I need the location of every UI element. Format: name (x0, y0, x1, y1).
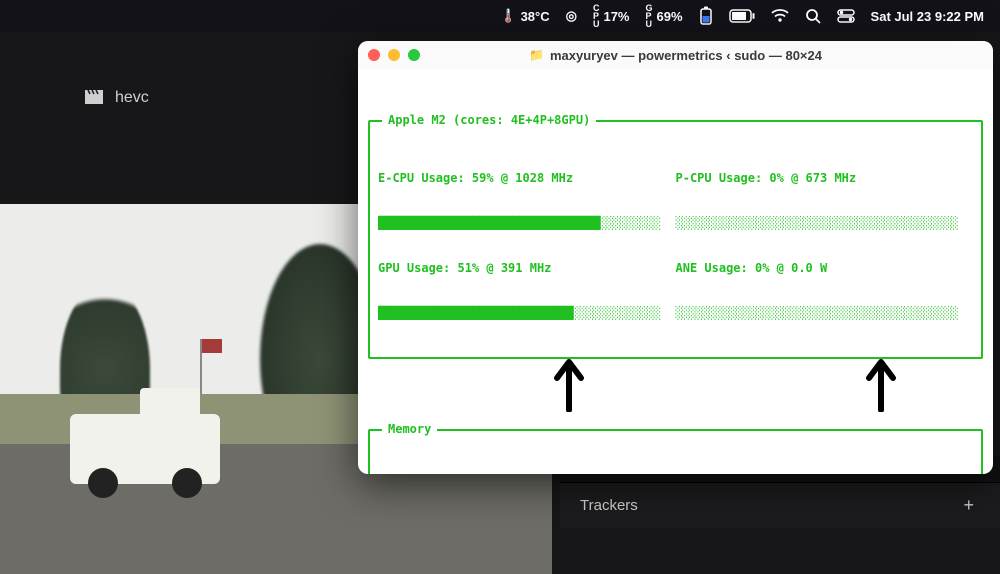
section-cpu: Apple M2 (cores: 4E+4P+8GPU) E-CPU Usage… (368, 120, 983, 359)
clip-name-bar[interactable]: hevc (0, 78, 360, 118)
cpu-percent: 17% (603, 9, 629, 24)
menubar: 🌡️ 38°C ◎ CPU 17% GPU 69% Sat Jul 23 9:2… (0, 0, 1000, 32)
terminal-body[interactable]: Apple M2 (cores: 4E+4P+8GPU) E-CPU Usage… (358, 69, 993, 474)
thermometer-icon: 🌡️ (500, 8, 516, 24)
cpu-label-icon: CPU (593, 4, 600, 28)
datetime[interactable]: Sat Jul 23 9:22 PM (871, 9, 984, 24)
control-center-icon[interactable] (837, 9, 855, 23)
clip-name: hevc (115, 89, 149, 107)
gpu-bar: █████████████████████████████░░░░░░░░░░░… (378, 306, 676, 321)
add-tracker-icon[interactable]: + (963, 495, 974, 516)
battery-icon[interactable] (699, 6, 713, 26)
ane-bar: ░░░░░░░░░░░░░░░░░░░░░░░░░░░░░░░░░░░░░░░░… (676, 306, 974, 321)
datetime-text: Sat Jul 23 9:22 PM (871, 9, 984, 24)
temperature-indicator[interactable]: 🌡️ 38°C (500, 8, 549, 24)
terminal-title: 📁 maxyuryev — powermetrics ‹ sudo — 80×2… (358, 48, 993, 63)
section-memory: Memory RAM Usage: 7.2/16.0GB - swap:0.2/… (368, 429, 983, 474)
clapperboard-icon (85, 90, 103, 107)
gpu-usage: GPU Usage: 51% @ 391 MHz (378, 261, 676, 276)
sensor-icon[interactable]: ◎ (566, 8, 577, 24)
cpu-indicator[interactable]: CPU 17% (593, 4, 630, 28)
pcpu-usage: P-CPU Usage: 0% @ 673 MHz (676, 171, 974, 186)
ecpu-usage: E-CPU Usage: 59% @ 1028 MHz (378, 171, 676, 186)
ecpu-bar: █████████████████████████████████░░░░░░░… (378, 216, 676, 231)
temperature-value: 38°C (521, 9, 550, 24)
terminal-titlebar[interactable]: 📁 maxyuryev — powermetrics ‹ sudo — 80×2… (358, 41, 993, 69)
gpu-percent: 69% (657, 9, 683, 24)
memory-section-legend: Memory (382, 422, 437, 437)
battery-icon-2[interactable] (729, 9, 755, 23)
wifi-icon[interactable] (771, 9, 789, 23)
search-icon[interactable] (805, 8, 821, 24)
folder-icon: 📁 (529, 48, 544, 62)
gpu-indicator[interactable]: GPU 69% (646, 4, 683, 28)
ane-usage: ANE Usage: 0% @ 0.0 W (676, 261, 974, 276)
trackers-label: Trackers (580, 497, 638, 514)
pcpu-bar: ░░░░░░░░░░░░░░░░░░░░░░░░░░░░░░░░░░░░░░░░… (676, 216, 974, 231)
gpu-label-icon: GPU (646, 4, 653, 28)
cpu-section-legend: Apple M2 (cores: 4E+4P+8GPU) (382, 113, 596, 128)
trackers-row[interactable]: Trackers + (560, 482, 1000, 528)
terminal-window[interactable]: 📁 maxyuryev — powermetrics ‹ sudo — 80×2… (358, 41, 993, 474)
